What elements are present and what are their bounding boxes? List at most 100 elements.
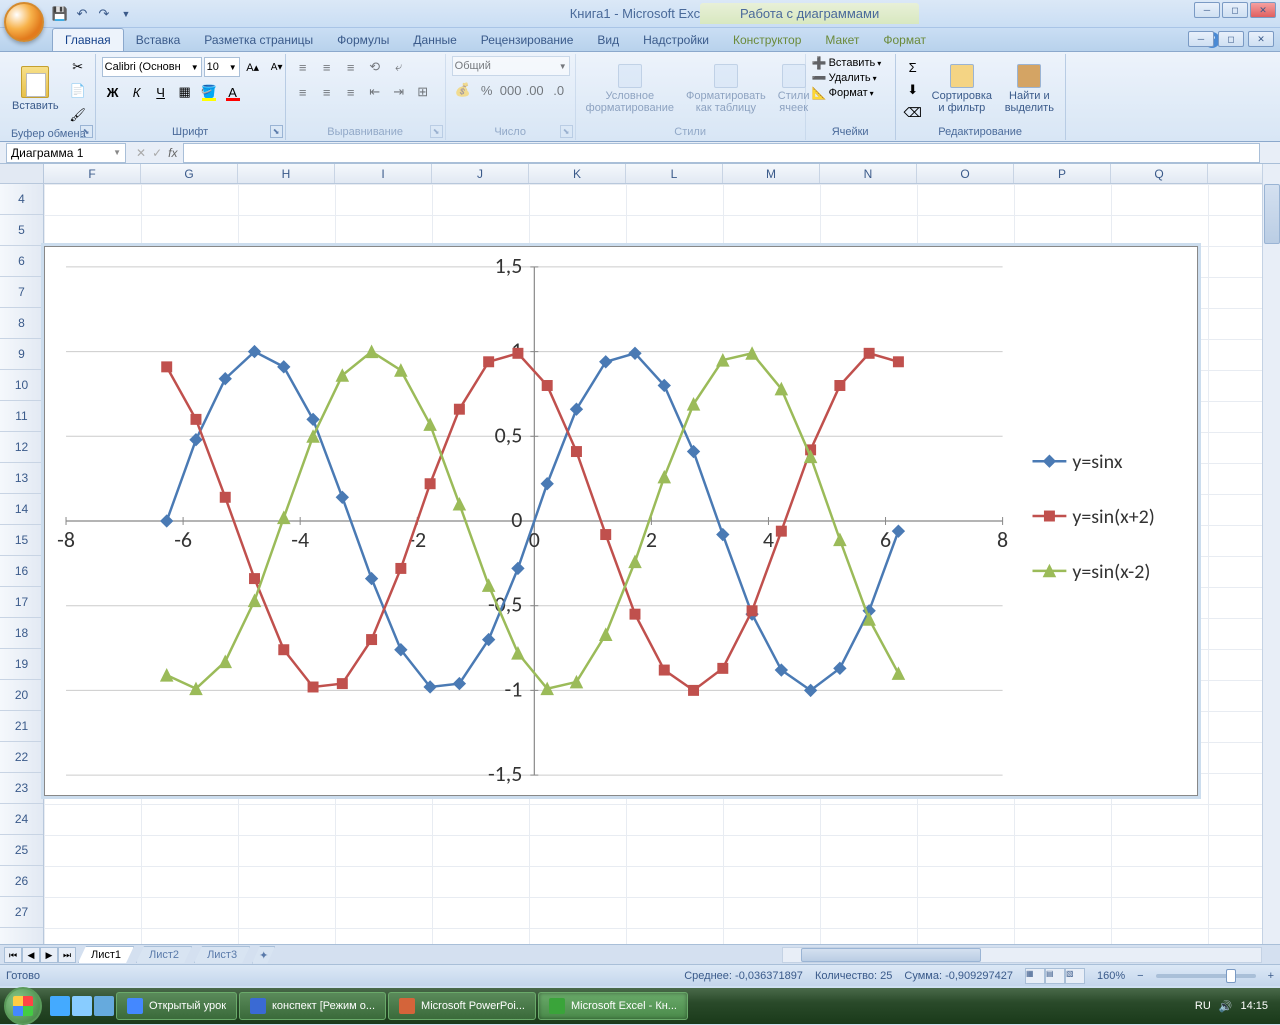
page-break-view-button[interactable]: ▧ xyxy=(1065,968,1085,984)
currency-button[interactable]: 💰 xyxy=(452,79,474,101)
fill-color-button[interactable]: 🪣 xyxy=(198,81,220,103)
col-header[interactable]: P xyxy=(1014,164,1111,183)
row-header[interactable]: 23 xyxy=(0,773,43,804)
minimize-button[interactable]: ─ xyxy=(1194,2,1220,18)
start-button[interactable] xyxy=(4,987,42,1025)
horizontal-scrollbar[interactable] xyxy=(782,947,1262,963)
percent-button[interactable]: % xyxy=(476,79,498,101)
zoom-slider[interactable] xyxy=(1156,974,1256,978)
align-bottom-button[interactable]: ≡ xyxy=(340,56,362,78)
first-sheet-button[interactable]: ⏮ xyxy=(4,947,22,963)
tab-layout[interactable]: Макет xyxy=(813,29,871,51)
font-launcher[interactable]: ⬊ xyxy=(270,125,283,138)
number-format-combo[interactable]: Общий▼ xyxy=(452,56,570,76)
select-all-corner[interactable] xyxy=(0,164,44,184)
comma-button[interactable]: 000 xyxy=(500,79,522,101)
cut-button[interactable]: ✂ xyxy=(67,56,89,78)
row-header[interactable]: 13 xyxy=(0,463,43,494)
row-header[interactable]: 24 xyxy=(0,804,43,835)
tab-view[interactable]: Вид xyxy=(585,29,631,51)
zoom-in-button[interactable]: + xyxy=(1268,970,1274,982)
close-button[interactable]: ✕ xyxy=(1250,2,1276,18)
name-box[interactable]: Диаграмма 1▼ xyxy=(6,143,126,163)
taskbar-app-4[interactable]: Microsoft Excel - Кн... xyxy=(538,992,688,1020)
row-header[interactable]: 4 xyxy=(0,184,43,215)
clear-button[interactable]: ⌫ xyxy=(902,102,924,124)
underline-button[interactable]: Ч xyxy=(150,81,172,103)
orientation-button[interactable]: ⟲ xyxy=(364,56,386,78)
align-top-button[interactable]: ≡ xyxy=(292,56,314,78)
zoom-level[interactable]: 160% xyxy=(1097,970,1125,982)
row-header[interactable]: 12 xyxy=(0,432,43,463)
vertical-scrollbar[interactable] xyxy=(1262,164,1280,944)
row-header[interactable]: 11 xyxy=(0,401,43,432)
ql-desktop-icon[interactable] xyxy=(72,996,92,1016)
increase-decimal-button[interactable]: .00 xyxy=(524,79,546,101)
col-header[interactable]: G xyxy=(141,164,238,183)
bold-button[interactable]: Ж xyxy=(102,81,124,103)
prev-sheet-button[interactable]: ◀ xyxy=(22,947,40,963)
tray-volume-icon[interactable]: 🔊 xyxy=(1219,1000,1233,1013)
row-header[interactable]: 15 xyxy=(0,525,43,556)
align-right-button[interactable]: ≡ xyxy=(340,81,362,103)
maximize-button[interactable]: ◻ xyxy=(1222,2,1248,18)
row-header[interactable]: 5 xyxy=(0,215,43,246)
align-middle-button[interactable]: ≡ xyxy=(316,56,338,78)
ql-ie-icon[interactable] xyxy=(50,996,70,1016)
insert-cells-button[interactable]: ➕Вставить▾ xyxy=(812,56,882,70)
format-painter-button[interactable]: 🖌 xyxy=(67,104,89,126)
row-header[interactable]: 8 xyxy=(0,308,43,339)
row-header[interactable]: 18 xyxy=(0,618,43,649)
tab-home[interactable]: Главная xyxy=(52,28,124,51)
col-header[interactable]: I xyxy=(335,164,432,183)
row-header[interactable]: 19 xyxy=(0,649,43,680)
formula-input[interactable] xyxy=(183,143,1260,163)
undo-icon[interactable]: ↶ xyxy=(74,6,90,22)
align-center-button[interactable]: ≡ xyxy=(316,81,338,103)
tab-insert[interactable]: Вставка xyxy=(124,29,193,51)
mdi-close-button[interactable]: ✕ xyxy=(1248,31,1274,47)
next-sheet-button[interactable]: ▶ xyxy=(40,947,58,963)
office-button[interactable] xyxy=(4,2,44,42)
row-header[interactable]: 25 xyxy=(0,835,43,866)
row-header[interactable]: 9 xyxy=(0,339,43,370)
font-size-combo[interactable]: 10▼ xyxy=(204,57,240,77)
row-header[interactable]: 17 xyxy=(0,587,43,618)
decrease-decimal-button[interactable]: .0 xyxy=(548,79,570,101)
qat-dropdown-icon[interactable]: ▼ xyxy=(118,6,134,22)
col-header[interactable]: O xyxy=(917,164,1014,183)
increase-indent-button[interactable]: ⇥ xyxy=(388,81,410,103)
row-header[interactable]: 26 xyxy=(0,866,43,897)
wrap-text-button[interactable]: ⤶ xyxy=(388,56,410,78)
cell-grid[interactable]: -1,5-1-0,500,511,5-8-6-4-202468y=sinxy=s… xyxy=(44,184,1262,944)
format-cells-button[interactable]: 📐Формат▾ xyxy=(812,86,882,100)
taskbar-app-3[interactable]: Microsoft PowerPoi... xyxy=(388,992,536,1020)
col-header[interactable]: N xyxy=(820,164,917,183)
sheet-tab-3[interactable]: Лист3 xyxy=(194,946,250,963)
grow-font-button[interactable]: A▴ xyxy=(242,56,264,78)
delete-cells-button[interactable]: ➖Удалить▾ xyxy=(812,71,882,85)
alignment-launcher[interactable]: ⬊ xyxy=(430,125,443,138)
tab-addins[interactable]: Надстройки xyxy=(631,29,721,51)
autosum-button[interactable]: Σ xyxy=(902,56,924,78)
col-header[interactable]: L xyxy=(626,164,723,183)
tab-formulas[interactable]: Формулы xyxy=(325,29,401,51)
tab-data[interactable]: Данные xyxy=(401,29,468,51)
fx-icon[interactable]: fx xyxy=(168,146,177,160)
shrink-font-button[interactable]: A▾ xyxy=(266,56,288,78)
ql-switch-icon[interactable] xyxy=(94,996,114,1016)
row-header[interactable]: 16 xyxy=(0,556,43,587)
font-color-button[interactable]: A xyxy=(222,81,244,103)
mdi-restore-button[interactable]: ◻ xyxy=(1218,31,1244,47)
tab-design[interactable]: Конструктор xyxy=(721,29,813,51)
clipboard-launcher[interactable]: ⬊ xyxy=(80,125,93,138)
cancel-icon[interactable]: ✕ xyxy=(136,146,146,160)
font-name-combo[interactable]: Calibri (Основн▼ xyxy=(102,57,202,77)
row-header[interactable]: 22 xyxy=(0,742,43,773)
row-header[interactable]: 14 xyxy=(0,494,43,525)
col-header[interactable]: H xyxy=(238,164,335,183)
taskbar-app-1[interactable]: Открытый урок xyxy=(116,992,237,1020)
find-select-button[interactable]: Найти и выделить xyxy=(1000,56,1059,122)
conditional-formatting-button[interactable]: Условное форматирование xyxy=(582,56,678,122)
last-sheet-button[interactable]: ⏭ xyxy=(58,947,76,963)
